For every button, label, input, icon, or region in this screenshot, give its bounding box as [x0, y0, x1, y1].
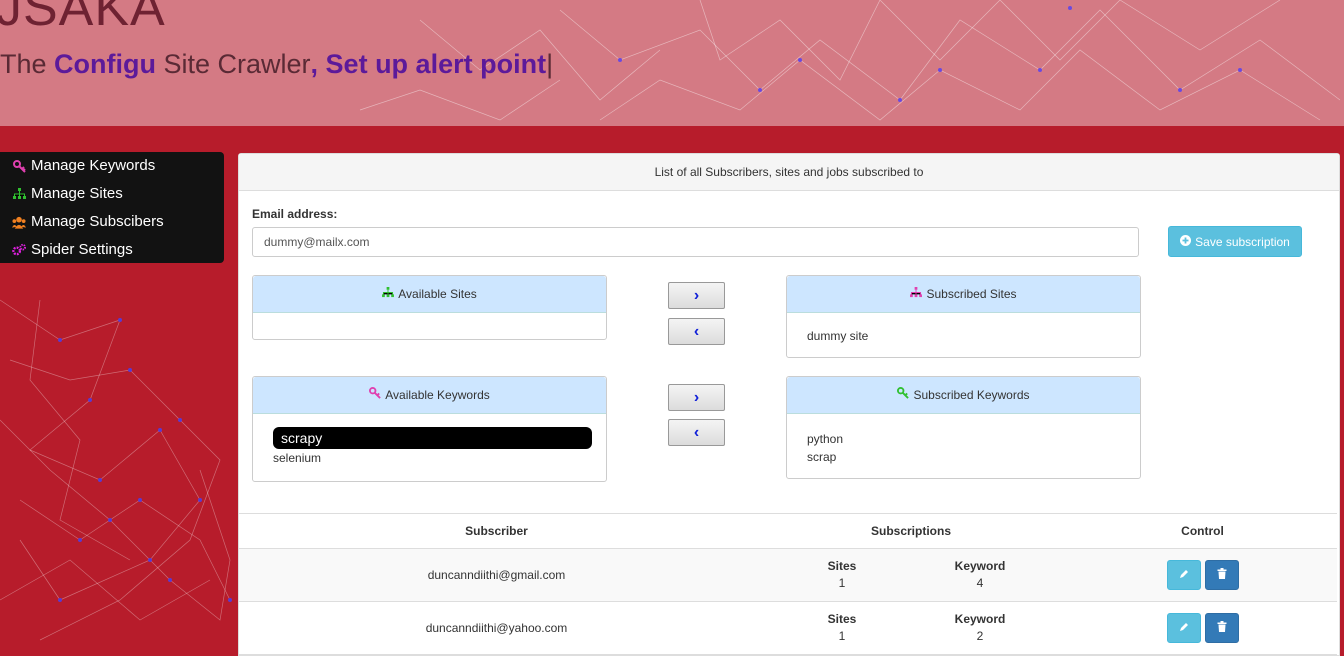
subscribed-keywords-header: Subscribed Keywords: [787, 377, 1140, 414]
table-row: duncanndiithi@yahoo.com Sites 1 Keyword 2: [239, 601, 1337, 655]
column-header-subscriptions: Subscriptions: [754, 513, 1068, 549]
delete-button[interactable]: [1204, 560, 1239, 590]
sidebar-item-label: Manage Keywords: [31, 157, 156, 174]
chevron-left-icon: ‹: [693, 423, 700, 441]
sitemap-icon: [910, 276, 923, 312]
sites-count: 1: [838, 576, 846, 590]
remove-site-button[interactable]: ‹: [668, 318, 725, 345]
table-row: duncanndiithi@gmail.com Sites 1 Keyword 4: [239, 548, 1337, 602]
subscribed-keywords-list[interactable]: python scrap: [787, 414, 1140, 472]
tagline-prefix: The: [0, 49, 55, 79]
sites-count: 1: [838, 629, 846, 643]
available-keywords-list[interactable]: scrapy selenium: [253, 414, 606, 473]
sitemap-icon: [12, 187, 26, 201]
subscribed-sites-list[interactable]: dummy site: [787, 313, 1140, 351]
sidebar-item-manage-sites[interactable]: Manage Sites: [0, 180, 224, 208]
header-banner: JSAKA The Configu Site Crawler, Set up a…: [0, 0, 1344, 126]
chevron-right-icon: ›: [693, 388, 700, 406]
tagline-highlight-alert: , Set up alert point: [310, 49, 547, 79]
sidebar-item-label: Manage Subscibers: [31, 213, 164, 230]
trash-icon: [1217, 621, 1227, 635]
panel-title: List of all Subscribers, sites and jobs …: [239, 154, 1339, 191]
available-sites-header: Available Sites: [253, 276, 606, 313]
keyword-label: Keyword: [954, 559, 1006, 573]
email-label: Email address:: [252, 207, 338, 221]
available-keywords-box: Available Keywords scrapy selenium: [252, 376, 607, 482]
list-item[interactable]: python: [807, 430, 1120, 448]
key-icon: [897, 377, 910, 413]
pencil-icon: [1179, 621, 1189, 635]
available-sites-box: Available Sites: [252, 275, 607, 340]
keyword-count: 2: [976, 629, 984, 643]
tagline-middle: Site Crawler: [156, 49, 311, 79]
chevron-left-icon: ‹: [693, 322, 700, 340]
edit-button[interactable]: [1166, 560, 1201, 590]
subscribed-sites-title: Subscribed Sites: [926, 287, 1017, 301]
plus-circle-icon: [1180, 234, 1192, 249]
tagline: The Configu Site Crawler, Set up alert p…: [0, 49, 553, 80]
list-item[interactable]: dummy site: [807, 327, 1120, 345]
column-header-control: Control: [1068, 513, 1337, 549]
subscriber-email: duncanndiithi@yahoo.com: [239, 601, 754, 655]
typing-cursor: |: [546, 49, 554, 79]
sites-label: Sites: [827, 559, 857, 573]
sitemap-icon: [382, 276, 395, 312]
subscription-counts: Sites 1 Keyword 2: [755, 611, 1067, 645]
add-site-button[interactable]: ›: [668, 282, 725, 309]
add-keyword-button[interactable]: ›: [668, 384, 725, 411]
subscription-counts: Sites 1 Keyword 4: [755, 558, 1067, 592]
key-icon: [369, 377, 381, 413]
brand-title: JSAKA: [0, 0, 166, 37]
sidebar-item-manage-keywords[interactable]: Manage Keywords: [0, 152, 224, 180]
subscribed-keywords-title: Subscribed Keywords: [913, 388, 1030, 402]
sidebar-item-manage-subscribers[interactable]: Manage Subscibers: [0, 208, 224, 236]
list-item[interactable]: selenium: [273, 449, 586, 467]
key-icon: [12, 159, 26, 173]
subscribed-sites-box: Subscribed Sites dummy site: [786, 275, 1141, 358]
keyword-label: Keyword: [954, 612, 1006, 626]
available-sites-title: Available Sites: [398, 287, 477, 301]
subscriptions-panel: List of all Subscribers, sites and jobs …: [238, 153, 1340, 656]
pencil-icon: [1179, 568, 1189, 582]
column-header-subscriber: Subscriber: [239, 513, 754, 549]
sidebar-item-spider-settings[interactable]: Spider Settings: [0, 236, 224, 264]
email-field[interactable]: [252, 227, 1139, 257]
list-item-selected[interactable]: scrapy: [273, 427, 592, 449]
save-subscription-button[interactable]: Save subscription: [1168, 226, 1302, 257]
delete-button[interactable]: [1204, 613, 1239, 643]
keyword-count: 4: [976, 576, 984, 590]
available-sites-list[interactable]: [253, 313, 606, 325]
cogs-icon: [12, 243, 26, 257]
subscribed-keywords-box: Subscribed Keywords python scrap: [786, 376, 1141, 479]
trash-icon: [1217, 568, 1227, 582]
sidebar-item-label: Manage Sites: [31, 185, 123, 202]
save-subscription-label: Save subscription: [1195, 234, 1290, 249]
edit-button[interactable]: [1166, 613, 1201, 643]
available-keywords-title: Available Keywords: [385, 388, 490, 402]
available-keywords-header: Available Keywords: [253, 377, 606, 414]
chevron-right-icon: ›: [693, 286, 700, 304]
remove-keyword-button[interactable]: ‹: [668, 419, 725, 446]
sidebar-item-label: Spider Settings: [31, 241, 133, 258]
subscribed-sites-header: Subscribed Sites: [787, 276, 1140, 313]
sites-label: Sites: [827, 612, 857, 626]
users-icon: [12, 215, 26, 229]
tagline-highlight-configure: Configu: [54, 49, 156, 79]
sidebar-nav: Manage Keywords Manage Sites Manage Subs…: [0, 152, 224, 263]
list-item[interactable]: scrap: [807, 448, 1120, 466]
subscribers-table: Subscriber Subscriptions Control duncann…: [239, 513, 1337, 655]
subscriber-email: duncanndiithi@gmail.com: [239, 548, 754, 602]
